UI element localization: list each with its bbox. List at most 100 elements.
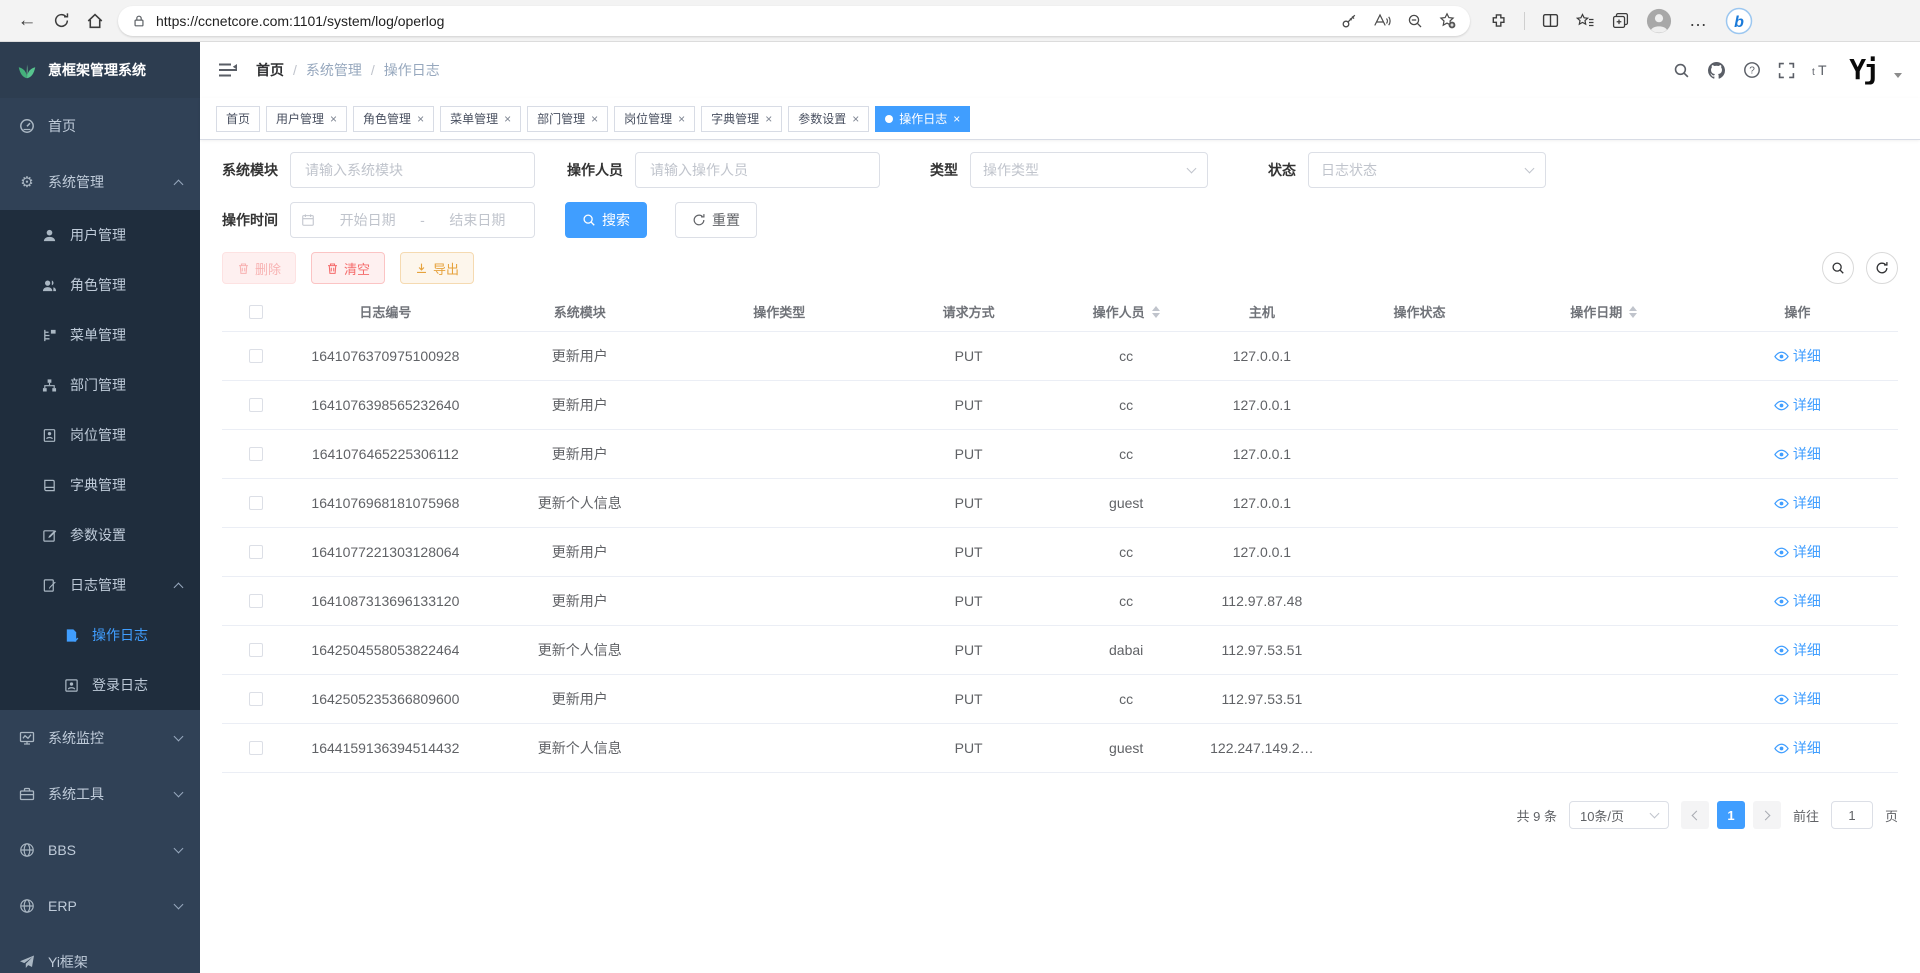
tab-dict-mgmt[interactable]: 字典管理× bbox=[701, 106, 782, 132]
sidebar-item-user-mgmt[interactable]: 用户管理 bbox=[0, 210, 200, 260]
row-checkbox[interactable] bbox=[249, 545, 263, 559]
font-size-icon[interactable]: tT bbox=[1812, 62, 1832, 79]
row-checkbox[interactable] bbox=[249, 594, 263, 608]
date-range-picker[interactable]: 开始日期 - 结束日期 bbox=[290, 202, 535, 238]
tab-param-settings[interactable]: 参数设置× bbox=[788, 106, 869, 132]
close-icon[interactable]: × bbox=[953, 112, 960, 126]
detail-link[interactable]: 详细 bbox=[1774, 444, 1821, 464]
detail-link[interactable]: 详细 bbox=[1774, 346, 1821, 366]
export-button[interactable]: 导出 bbox=[400, 252, 474, 284]
sidebar-item-system-monitor[interactable]: 系统监控 bbox=[0, 710, 200, 766]
page-size-select[interactable]: 10条/页 bbox=[1569, 801, 1669, 829]
goto-page-input[interactable] bbox=[1831, 801, 1873, 829]
breadcrumb-section[interactable]: 系统管理 bbox=[306, 60, 362, 80]
row-checkbox[interactable] bbox=[249, 349, 263, 363]
operator-filter-input[interactable] bbox=[635, 152, 880, 188]
collections-icon[interactable] bbox=[1612, 12, 1629, 29]
browser-home-button[interactable] bbox=[78, 4, 112, 38]
sidebar-item-dict-mgmt[interactable]: 字典管理 bbox=[0, 460, 200, 510]
tab-post-mgmt[interactable]: 岗位管理× bbox=[614, 106, 695, 132]
row-checkbox[interactable] bbox=[249, 496, 263, 510]
col-date[interactable]: 操作日期 bbox=[1509, 302, 1698, 321]
tab-dept-mgmt[interactable]: 部门管理× bbox=[527, 106, 608, 132]
row-checkbox[interactable] bbox=[249, 398, 263, 412]
sidebar-item-menu-mgmt[interactable]: 菜单管理 bbox=[0, 310, 200, 360]
address-bar[interactable]: https://ccnetcore.com:1101/system/log/op… bbox=[118, 6, 1470, 36]
read-aloud-icon[interactable] bbox=[1373, 13, 1391, 29]
help-icon[interactable]: ? bbox=[1743, 61, 1761, 79]
url-text[interactable]: https://ccnetcore.com:1101/system/log/op… bbox=[156, 13, 1341, 29]
browser-back-button[interactable]: ← bbox=[10, 4, 44, 38]
browser-refresh-button[interactable] bbox=[44, 4, 78, 38]
row-checkbox[interactable] bbox=[249, 643, 263, 657]
sidebar-item-post-mgmt[interactable]: 岗位管理 bbox=[0, 410, 200, 460]
sidebar-item-bbs[interactable]: BBS bbox=[0, 822, 200, 878]
close-icon[interactable]: × bbox=[591, 112, 598, 126]
sidebar-item-role-mgmt[interactable]: 角色管理 bbox=[0, 260, 200, 310]
col-operator[interactable]: 操作人员 bbox=[1058, 302, 1194, 321]
zoom-out-icon[interactable] bbox=[1407, 13, 1423, 29]
current-page-button[interactable]: 1 bbox=[1717, 801, 1745, 829]
detail-link[interactable]: 详细 bbox=[1774, 395, 1821, 415]
browser-menu-icon[interactable]: … bbox=[1689, 10, 1708, 31]
sidebar-item-yi-framework[interactable]: Yi框架 bbox=[0, 934, 200, 973]
select-all-checkbox[interactable] bbox=[249, 305, 263, 319]
github-icon[interactable] bbox=[1707, 61, 1726, 80]
copilot-bing-icon[interactable]: b bbox=[1725, 7, 1753, 35]
close-icon[interactable]: × bbox=[504, 112, 511, 126]
sidebar-item-dept-mgmt[interactable]: 部门管理 bbox=[0, 360, 200, 410]
detail-link[interactable]: 详细 bbox=[1774, 640, 1821, 660]
split-screen-icon[interactable] bbox=[1542, 12, 1559, 29]
reset-button[interactable]: 重置 bbox=[675, 202, 757, 238]
sidebar-item-log-mgmt[interactable]: 日志管理 bbox=[0, 560, 200, 610]
refresh-table-button[interactable] bbox=[1866, 252, 1898, 284]
profile-avatar[interactable] bbox=[1646, 8, 1672, 34]
password-key-icon[interactable] bbox=[1341, 13, 1357, 29]
close-icon[interactable]: × bbox=[765, 112, 772, 126]
detail-link[interactable]: 详细 bbox=[1774, 738, 1821, 758]
favorite-star-icon[interactable] bbox=[1439, 12, 1456, 29]
yj-logo[interactable]: Yj bbox=[1849, 56, 1877, 84]
detail-link[interactable]: 详细 bbox=[1774, 591, 1821, 611]
extensions-icon[interactable] bbox=[1490, 12, 1507, 29]
row-checkbox[interactable] bbox=[249, 447, 263, 461]
status-filter-select[interactable]: 日志状态 bbox=[1308, 152, 1546, 188]
favorites-icon[interactable] bbox=[1576, 13, 1595, 29]
sort-caret-icon[interactable] bbox=[1152, 306, 1160, 318]
search-button[interactable]: 搜索 bbox=[565, 202, 647, 238]
next-page-button[interactable] bbox=[1753, 801, 1781, 829]
detail-link[interactable]: 详细 bbox=[1774, 689, 1821, 709]
sidebar-item-erp[interactable]: ERP bbox=[0, 878, 200, 934]
tab-home[interactable]: 首页 bbox=[216, 106, 260, 132]
close-icon[interactable]: × bbox=[678, 112, 685, 126]
tab-operation-log[interactable]: 操作日志× bbox=[875, 106, 970, 132]
sidebar-item-system-tools[interactable]: 系统工具 bbox=[0, 766, 200, 822]
tab-user-mgmt[interactable]: 用户管理× bbox=[266, 106, 347, 132]
sidebar-toggle-button[interactable] bbox=[218, 61, 238, 79]
close-icon[interactable]: × bbox=[852, 112, 859, 126]
module-filter-input[interactable] bbox=[290, 152, 535, 188]
breadcrumb-home[interactable]: 首页 bbox=[256, 60, 284, 80]
toggle-search-button[interactable] bbox=[1822, 252, 1854, 284]
detail-link[interactable]: 详细 bbox=[1774, 493, 1821, 513]
detail-link[interactable]: 详细 bbox=[1774, 542, 1821, 562]
sidebar-item-system-mgmt[interactable]: ⚙ 系统管理 bbox=[0, 154, 200, 210]
tab-role-mgmt[interactable]: 角色管理× bbox=[353, 106, 434, 132]
type-filter-select[interactable]: 操作类型 bbox=[970, 152, 1208, 188]
header-search-icon[interactable] bbox=[1673, 62, 1690, 79]
row-checkbox[interactable] bbox=[249, 741, 263, 755]
sidebar-item-operation-log[interactable]: 操作日志 bbox=[0, 610, 200, 660]
dropdown-caret-icon[interactable] bbox=[1894, 73, 1902, 78]
close-icon[interactable]: × bbox=[417, 112, 424, 126]
clear-button[interactable]: 清空 bbox=[311, 252, 385, 284]
row-checkbox[interactable] bbox=[249, 692, 263, 706]
sort-caret-icon[interactable] bbox=[1629, 306, 1637, 318]
tab-menu-mgmt[interactable]: 菜单管理× bbox=[440, 106, 521, 132]
sidebar-item-param-settings[interactable]: 参数设置 bbox=[0, 510, 200, 560]
delete-button[interactable]: 删除 bbox=[222, 252, 296, 284]
prev-page-button[interactable] bbox=[1681, 801, 1709, 829]
fullscreen-icon[interactable] bbox=[1778, 62, 1795, 79]
sidebar-item-home[interactable]: 首页 bbox=[0, 98, 200, 154]
close-icon[interactable]: × bbox=[330, 112, 337, 126]
sidebar-item-login-log[interactable]: 登录日志 bbox=[0, 660, 200, 710]
